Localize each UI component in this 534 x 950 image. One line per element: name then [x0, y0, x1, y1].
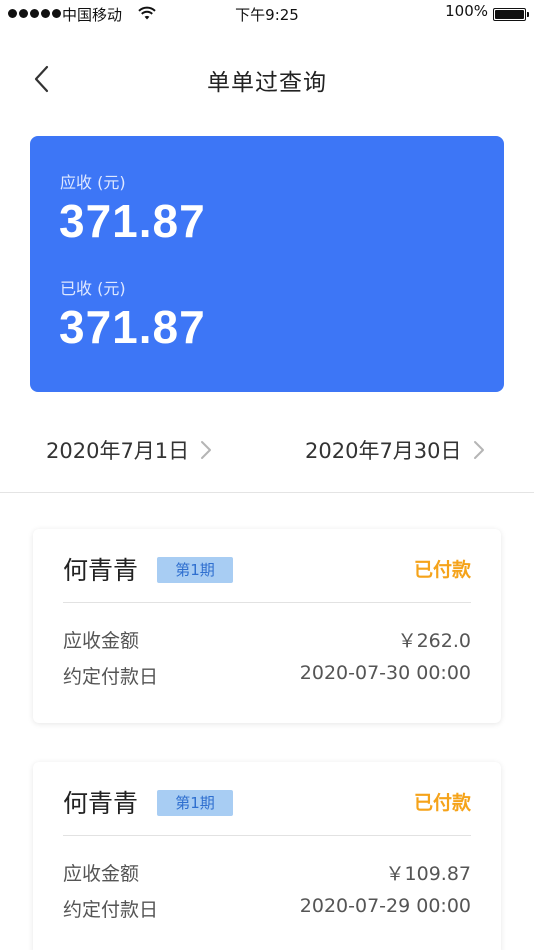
payment-status: 已付款: [413, 559, 471, 581]
record-card[interactable]: 何青青 第1期 已付款 应收金额 ￥262.0 约定付款日 2020-07-30…: [33, 529, 501, 723]
start-date-label: 2020年7月1日: [46, 439, 190, 463]
received-amount: 371.87: [59, 301, 206, 353]
record-header: 何青青 第1期 已付款: [63, 551, 471, 591]
amount-value: ￥262.0: [397, 630, 471, 652]
card-divider: [63, 835, 471, 836]
due-date-row: 约定付款日 2020-07-30 00:00: [63, 662, 471, 688]
amount-value: ￥109.87: [385, 863, 471, 885]
record-header: 何青青 第1期 已付款: [63, 784, 471, 824]
amount-row: 应收金额 ￥109.87: [63, 859, 471, 885]
amount-label: 应收金额: [63, 630, 140, 652]
chevron-right-icon: [201, 441, 212, 459]
start-date-picker[interactable]: 2020年7月1日: [46, 435, 213, 465]
receivable-label: 应收 (元): [60, 173, 126, 192]
amount-label: 应收金额: [63, 863, 140, 885]
receivable-amount: 371.87: [59, 195, 206, 247]
chevron-right-icon: [473, 441, 484, 459]
due-date-label: 约定付款日: [63, 899, 159, 921]
amount-row: 应收金额 ￥262.0: [63, 626, 471, 652]
period-badge: 第1期: [157, 557, 233, 583]
date-range: 2020年7月1日 2020年7月30日: [0, 425, 534, 477]
period-badge: 第1期: [157, 790, 233, 816]
payment-status: 已付款: [413, 792, 471, 814]
due-date-row: 约定付款日 2020-07-29 00:00: [63, 895, 471, 921]
record-card[interactable]: 何青青 第1期 已付款 应收金额 ￥109.87 约定付款日 2020-07-2…: [33, 762, 501, 950]
card-divider: [63, 602, 471, 603]
battery-percentage: 100%: [445, 2, 488, 20]
end-date-picker[interactable]: 2020年7月30日: [305, 435, 486, 465]
received-label: 已收 (元): [60, 279, 126, 298]
due-date-label: 约定付款日: [63, 666, 159, 688]
section-divider: [0, 492, 534, 493]
due-date-value: 2020-07-30 00:00: [299, 662, 471, 684]
customer-name: 何青青: [63, 556, 139, 585]
summary-card: 应收 (元) 371.87 已收 (元) 371.87: [30, 136, 504, 392]
navigation-bar: 单单过查询: [0, 50, 534, 110]
due-date-value: 2020-07-29 00:00: [299, 895, 471, 917]
page-title: 单单过查询: [207, 70, 327, 96]
battery-icon: [493, 8, 529, 21]
customer-name: 何青青: [63, 789, 139, 818]
end-date-label: 2020年7月30日: [305, 439, 462, 463]
status-bar: 中国移动 下午9:25 100%: [0, 0, 534, 30]
